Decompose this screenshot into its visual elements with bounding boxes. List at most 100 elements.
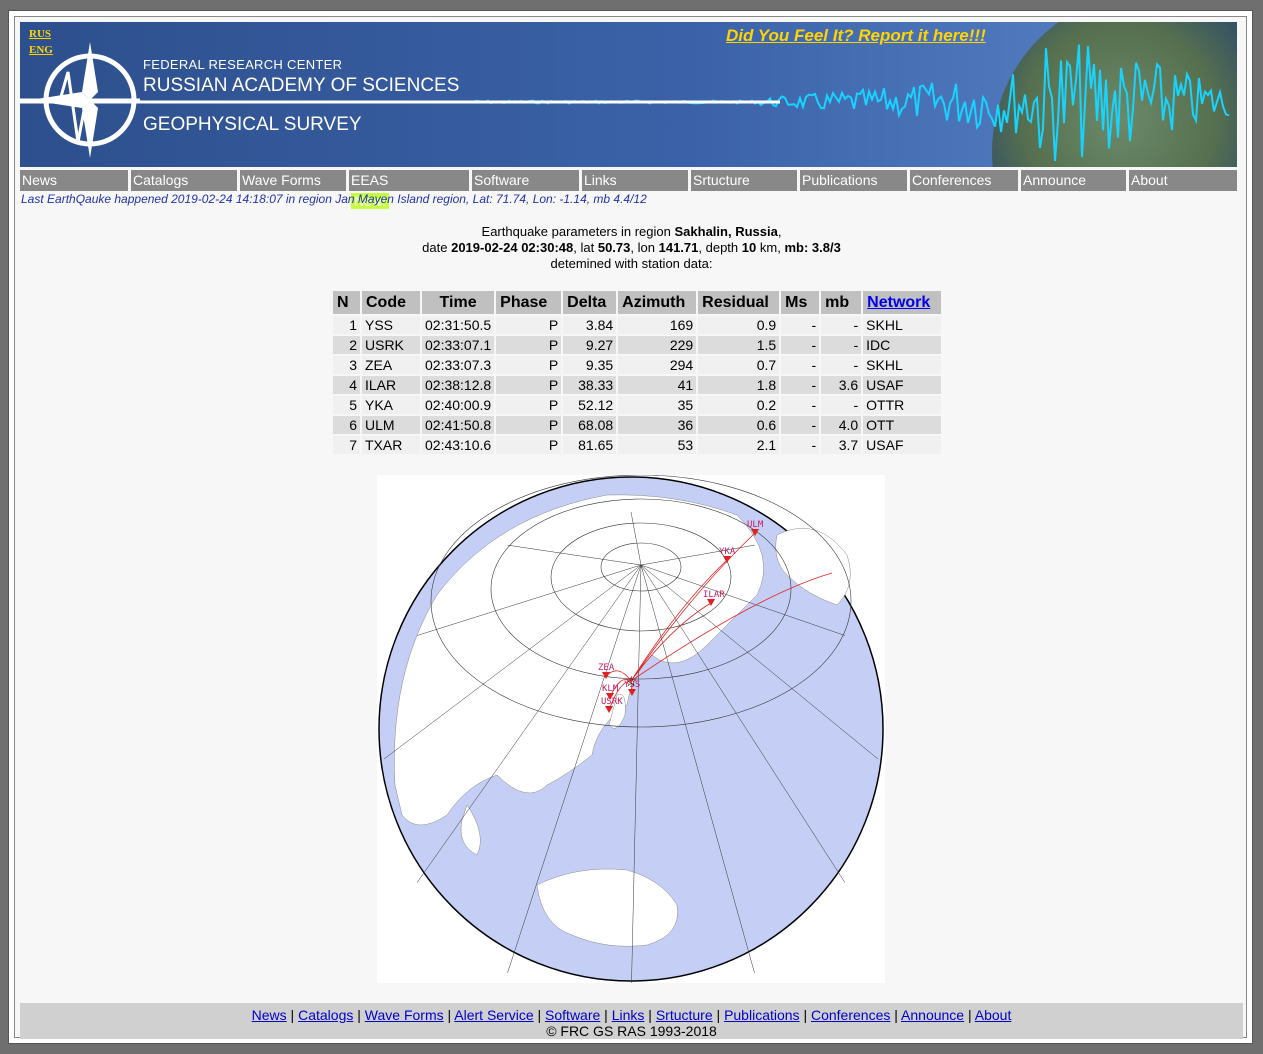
footer-link-about[interactable]: About: [975, 1007, 1012, 1023]
cell-residual: 0.9: [698, 316, 780, 334]
table-row: 1 YSS 02:31:50.5 P 3.84 169 0.9- - SKHL: [333, 316, 942, 334]
footer-link-conferences[interactable]: Conferences: [811, 1007, 890, 1023]
cell-residual: 2.1: [698, 436, 780, 454]
event-values-line: date 2019-02-24 02:30:48, lat 50.73, lon…: [422, 240, 841, 255]
footer-link-announce[interactable]: Announce: [901, 1007, 964, 1023]
footer-link-software[interactable]: Software: [545, 1007, 600, 1023]
footer-link-catalogs[interactable]: Catalogs: [298, 1007, 353, 1023]
cell-code: YKA: [362, 396, 420, 414]
cell-code: YSS: [362, 316, 420, 334]
nav-software[interactable]: Software: [469, 170, 579, 191]
cell-code: TXAR: [362, 436, 420, 454]
cell-mb: -: [821, 336, 862, 354]
nav-eeas[interactable]: EEASNew!: [346, 170, 469, 209]
col-ms: Ms: [781, 291, 820, 314]
footer-links: News | Catalogs | Wave Forms | Alert Ser…: [251, 1007, 1012, 1023]
cell-mb: -: [821, 356, 862, 374]
cell-residual: 1.5: [698, 336, 780, 354]
nav-catalogs[interactable]: Catalogs: [128, 170, 237, 191]
event-region: Sakhalin, Russia: [674, 224, 778, 239]
station-map: ULMYKAILARZEAKLMUSRKYSS☆: [377, 475, 885, 983]
cell-phase: P: [496, 356, 562, 374]
mb-label: mb:: [784, 240, 809, 255]
cell-mb: 4.0: [821, 416, 862, 434]
footer: News | Catalogs | Wave Forms | Alert Ser…: [20, 1003, 1243, 1039]
col-code: Code: [362, 291, 420, 314]
event-intro: Earthquake parameters in region: [481, 224, 671, 239]
footer-link-news[interactable]: News: [252, 1007, 287, 1023]
cell-network: USAF: [863, 376, 942, 394]
nav-news[interactable]: News: [20, 170, 128, 191]
cell-n: 1: [333, 316, 360, 334]
cell-time: 02:43:10.6: [422, 436, 495, 454]
cell-network: USAF: [863, 436, 942, 454]
event-outro: detemined with station data:: [550, 256, 713, 271]
cell-n: 3: [333, 356, 360, 374]
cell-code: ULM: [362, 416, 420, 434]
main-nav: News Catalogs Wave Forms EEASNew! Softwa…: [20, 170, 1237, 209]
footer-link-publications[interactable]: Publications: [724, 1007, 800, 1023]
col-residual: Residual: [698, 291, 780, 314]
lon-label: lon: [637, 240, 655, 255]
cell-phase: P: [496, 336, 562, 354]
epicenter-star-icon: ☆: [625, 673, 638, 689]
footer-link-alert-service[interactable]: Alert Service: [454, 1007, 533, 1023]
event-mb: 3.8/3: [811, 240, 841, 255]
cell-azimuth: 41: [618, 376, 697, 394]
nav-links[interactable]: Links: [579, 170, 688, 191]
lang-rus-link[interactable]: RUS: [29, 26, 53, 42]
col-azimuth: Azimuth: [618, 291, 697, 314]
footer-link-wave-forms[interactable]: Wave Forms: [365, 1007, 444, 1023]
event-date: 2019-02-24 02:30:48: [451, 240, 574, 255]
cell-delta: 52.12: [563, 396, 617, 414]
cell-network: IDC: [863, 336, 942, 354]
footer-link-links[interactable]: Links: [612, 1007, 645, 1023]
cell-azimuth: 35: [618, 396, 697, 414]
nav-wave-forms[interactable]: Wave Forms: [237, 170, 346, 191]
table-row: 7 TXAR 02:43:10.6 P 81.65 53 2.1-3.7 USAF: [333, 436, 942, 454]
cell-phase: P: [496, 316, 562, 334]
nav-conferences[interactable]: Conferences: [907, 170, 1018, 191]
cell-network: SKHL: [863, 316, 942, 334]
did-you-feel-it-link[interactable]: Did You Feel It? Report it here!!!: [726, 26, 986, 46]
table-header-row: N Code Time Phase Delta Azimuth Residual…: [333, 291, 942, 314]
station-label: ZEA: [598, 663, 615, 673]
nav-announce[interactable]: Announce: [1018, 170, 1126, 191]
footer-link-srtucture[interactable]: Srtucture: [656, 1007, 713, 1023]
cell-mb: 3.6: [821, 376, 862, 394]
cell-time: 02:41:50.8: [422, 416, 495, 434]
event-depth: 10: [741, 240, 757, 255]
last-earthquake-notice[interactable]: Last EarthQauke happened 2019-02-24 14:1…: [21, 192, 647, 206]
nav-about[interactable]: About: [1126, 170, 1237, 191]
cell-code: USRK: [362, 336, 420, 354]
cell-phase: P: [496, 396, 562, 414]
station-label: YKA: [719, 547, 736, 557]
col-n: N: [333, 291, 360, 314]
col-delta: Delta: [563, 291, 617, 314]
cell-residual: 1.8: [698, 376, 780, 394]
station-table-body: 1 YSS 02:31:50.5 P 3.84 169 0.9- - SKHL 2 USRK 02:3…: [333, 316, 942, 454]
table-row: 6 ULM 02:41:50.8 P 68.08 36 0.6-4.0 OTT: [333, 416, 942, 434]
station-label: ULM: [747, 520, 764, 530]
event-region-line: Earthquake parameters in region Sakhalin…: [481, 224, 782, 239]
lang-eng-link[interactable]: ENG: [29, 42, 53, 58]
page-frame: RUS ENG FEDERAL RESEARCH CENTER RUSSIAN …: [8, 10, 1253, 1044]
header-banner: RUS ENG FEDERAL RESEARCH CENTER RUSSIAN …: [20, 22, 1237, 167]
table-row: 2 USRK 02:33:07.1 P 9.27 229 1.5- - IDC: [333, 336, 942, 354]
nav-structure[interactable]: Srtucture: [688, 170, 797, 191]
date-label: date: [422, 240, 448, 255]
cell-ms: -: [781, 356, 820, 374]
org-line-1: FEDERAL RESEARCH CENTER: [143, 57, 343, 72]
network-sort-link[interactable]: Network: [867, 294, 930, 311]
cell-azimuth: 169: [618, 316, 697, 334]
col-time: Time: [422, 291, 495, 314]
nav-publications[interactable]: Publications: [797, 170, 907, 191]
cell-phase: P: [496, 436, 562, 454]
cell-n: 4: [333, 376, 360, 394]
lat-label: lat: [580, 240, 595, 255]
station-label: USRK: [601, 697, 623, 707]
org-line-2: RUSSIAN ACADEMY OF SCIENCES: [143, 75, 460, 96]
cell-ms: -: [781, 436, 820, 454]
cell-delta: 3.84: [563, 316, 617, 334]
cell-delta: 9.27: [563, 336, 617, 354]
